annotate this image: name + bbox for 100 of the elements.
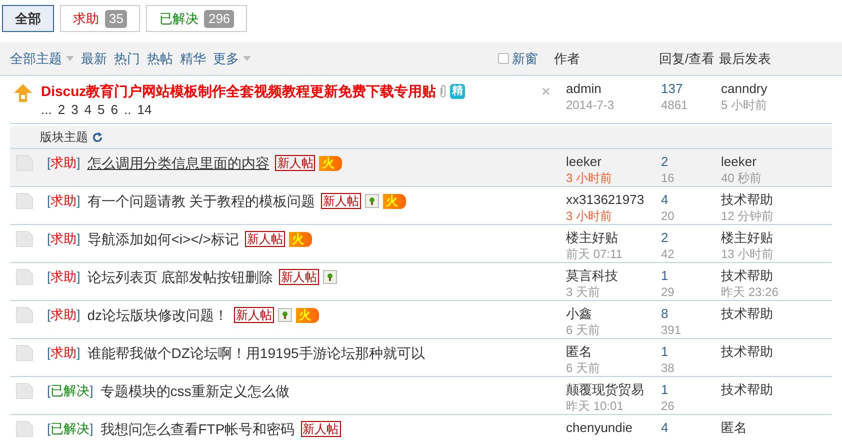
view-count: 29: [661, 284, 676, 300]
last-poster[interactable]: 楼主好贴: [721, 230, 821, 246]
post-time: 3 小时前: [566, 208, 614, 224]
post-time: 6 天前: [566, 322, 602, 338]
thread-type-tag[interactable]: [求助]: [47, 230, 80, 248]
post-time: 前天 07:11: [566, 246, 624, 262]
post-time: 3 小时前: [566, 170, 614, 186]
thread-title[interactable]: 谁能帮我做个DZ论坛啊！用19195手游论坛那种就可以: [87, 344, 425, 362]
thread-row[interactable]: [求助] 怎么调用分类信息里面的内容 新人帖 火 leeker 3 小时前 2 16 leeker 40 秒前: [10, 149, 832, 187]
author-name[interactable]: xx313621973: [566, 192, 661, 208]
author-name[interactable]: 楼主好贴: [566, 230, 661, 246]
thread-type-tag[interactable]: [求助]: [47, 306, 80, 324]
last-poster[interactable]: 技术帮助: [721, 344, 821, 360]
thread-type-tag[interactable]: [求助]: [47, 192, 80, 210]
view-count: 391: [661, 322, 682, 338]
reply-count[interactable]: 2: [661, 230, 721, 246]
checkbox[interactable]: [498, 53, 509, 64]
last-poster[interactable]: 技术帮助: [721, 192, 821, 208]
reply-count[interactable]: 8: [661, 306, 721, 322]
image-icon: [323, 270, 338, 284]
view-count: 42: [661, 246, 676, 262]
last-post-time: 昨天 23:26: [721, 284, 780, 300]
filter-tab[interactable]: 求助 35: [60, 5, 140, 32]
thread-title[interactable]: Discuz教育门户网站模板制作全套视频教程更新免费下载专用贴: [41, 81, 436, 102]
new-user-badge: 新人帖: [321, 193, 362, 209]
page-link[interactable]: ...: [41, 102, 52, 118]
image-icon: [365, 194, 380, 208]
thread-title[interactable]: 专题模块的css重新定义怎么做: [100, 382, 290, 400]
last-poster[interactable]: leeker: [721, 154, 821, 170]
post-time: 2014-7-3: [566, 97, 616, 113]
page-link[interactable]: 4: [84, 102, 92, 118]
author-name[interactable]: admin: [566, 81, 661, 97]
column-header: 作者: [554, 50, 581, 68]
thread-title[interactable]: 导航添加如何<i></>标记: [87, 230, 239, 248]
last-poster[interactable]: 技术帮助: [721, 382, 821, 398]
thread-title[interactable]: dz论坛版块修改问题！: [87, 306, 228, 324]
paperclip-icon: [439, 85, 448, 98]
reply-count[interactable]: 1: [661, 382, 721, 398]
image-icon: [278, 308, 292, 322]
author-name[interactable]: chenyundie: [566, 420, 661, 436]
author-name[interactable]: 匿名: [566, 344, 661, 360]
reply-count[interactable]: 4: [661, 192, 721, 208]
hot-badge: 火: [383, 194, 406, 208]
filter-menu[interactable]: 全部主题: [10, 48, 74, 68]
new-user-badge: 新人帖: [275, 155, 316, 171]
digest-badge: 精: [450, 84, 466, 99]
thread-type-tag[interactable]: [已解决]: [47, 420, 94, 438]
new-user-badge: 新人帖: [279, 269, 320, 285]
page-link[interactable]: 2: [58, 102, 66, 118]
last-post-time: 5 小时前: [721, 97, 768, 113]
view-count: 16: [661, 170, 676, 186]
page-link[interactable]: 3: [71, 102, 78, 118]
page-link[interactable]: 6: [110, 102, 118, 118]
post-time: 3 天前: [566, 284, 602, 300]
reply-count[interactable]: 1: [661, 344, 721, 360]
page-link[interactable]: 5: [98, 102, 105, 118]
new-user-badge: 新人帖: [300, 421, 341, 437]
thread-type-tag[interactable]: [求助]: [47, 344, 80, 362]
column-header: 最后发表: [719, 50, 772, 68]
thread-title[interactable]: 怎么调用分类信息里面的内容: [87, 154, 270, 172]
thread-title[interactable]: 有一个问题请教 关于教程的模板问题: [87, 192, 316, 210]
thread-type-tag[interactable]: [求助]: [47, 154, 80, 172]
reply-count[interactable]: 137: [661, 81, 721, 97]
page-link[interactable]: 14: [137, 102, 152, 118]
last-poster[interactable]: canndry: [721, 81, 821, 97]
filter-menu[interactable]: 热帖: [147, 48, 173, 68]
reply-count[interactable]: 4: [661, 420, 721, 436]
view-count: 26: [661, 398, 676, 414]
thread-title[interactable]: 论坛列表页 底部发帖按钮删除: [87, 268, 274, 286]
filter-menu[interactable]: 更多: [213, 48, 251, 68]
page-link[interactable]: ..: [124, 102, 132, 118]
reply-count[interactable]: 1: [661, 268, 721, 284]
filter-tab[interactable]: 已解决 296: [146, 5, 248, 32]
filter-menu[interactable]: 热门: [114, 48, 140, 68]
caret-icon: [66, 56, 74, 61]
author-name[interactable]: 颠覆现货贸易: [566, 382, 661, 398]
hot-badge: 火: [288, 232, 312, 246]
document-icon: [16, 231, 33, 247]
last-poster[interactable]: 技术帮助: [721, 306, 821, 322]
view-count: 4861: [661, 97, 689, 113]
last-poster[interactable]: 技术帮助: [721, 268, 821, 284]
last-poster[interactable]: 匿名: [721, 420, 821, 436]
refresh-icon[interactable]: [92, 132, 103, 142]
thread-type-tag[interactable]: [求助]: [47, 268, 80, 286]
view-count: 20: [661, 208, 676, 224]
count-badge: 296: [204, 10, 234, 28]
new-user-badge: 新人帖: [244, 231, 285, 247]
thread-type-tag[interactable]: [已解决]: [47, 382, 94, 400]
filter-menu[interactable]: 最新: [81, 48, 107, 68]
reply-count[interactable]: 2: [661, 154, 721, 170]
document-icon: [16, 421, 33, 437]
filter-tab[interactable]: 全部: [2, 5, 54, 32]
caret-icon: [243, 56, 251, 61]
document-icon: [16, 269, 33, 285]
document-icon: [16, 345, 33, 361]
author-name[interactable]: 莫言科技: [566, 268, 661, 284]
thread-title[interactable]: 我想问怎么查看FTP帐号和密码: [100, 420, 295, 438]
author-name[interactable]: 小鑫: [566, 306, 661, 322]
author-name[interactable]: leeker: [566, 154, 661, 170]
filter-menu[interactable]: 精华: [180, 48, 206, 68]
